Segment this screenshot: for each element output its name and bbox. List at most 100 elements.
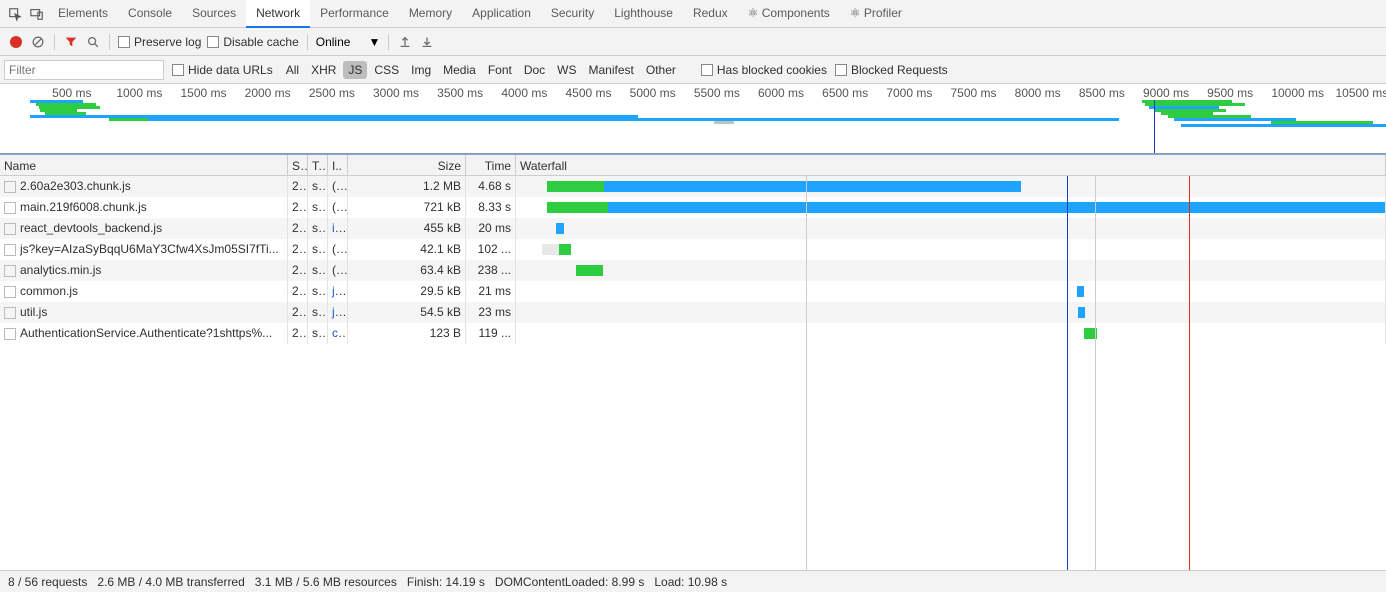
checkbox-icon bbox=[118, 36, 130, 48]
timeline-overview[interactable]: 500 ms1000 ms1500 ms2000 ms2500 ms3000 m… bbox=[0, 84, 1386, 154]
tab-lighthouse[interactable]: Lighthouse bbox=[604, 0, 683, 28]
grid-rows: 2.60a2e303.chunk.js2..s..(...1.2 MB4.68 … bbox=[0, 176, 1386, 570]
waterfall-cell bbox=[516, 239, 1386, 260]
file-name: AuthenticationService.Authenticate?1shtt… bbox=[20, 326, 272, 340]
filter-input[interactable] bbox=[4, 60, 164, 80]
cell-t: s.. bbox=[308, 302, 328, 323]
tab-sources[interactable]: Sources bbox=[182, 0, 246, 28]
tick-label: 3000 ms bbox=[373, 86, 419, 100]
tab-performance[interactable]: Performance bbox=[310, 0, 399, 28]
tab--components[interactable]: ⚛ Components bbox=[738, 0, 840, 28]
chevron-down-icon: ▼ bbox=[368, 35, 380, 49]
cell-s: 2.. bbox=[288, 239, 308, 260]
overview-bar bbox=[148, 118, 1119, 121]
col-status[interactable]: S.. bbox=[288, 155, 308, 175]
tick-label: 1500 ms bbox=[181, 86, 227, 100]
type-filter-ws[interactable]: WS bbox=[552, 61, 581, 79]
network-grid: Name S.. T.. I.. Size Time Waterfall 2.6… bbox=[0, 154, 1386, 570]
type-filter-other[interactable]: Other bbox=[641, 61, 681, 79]
waterfall-cell bbox=[516, 260, 1386, 281]
throttle-select[interactable]: Online▼ bbox=[316, 35, 381, 49]
preserve-log-label: Preserve log bbox=[134, 35, 201, 49]
table-row[interactable]: AuthenticationService.Authenticate?1shtt… bbox=[0, 323, 1386, 344]
cell-s: 2.. bbox=[288, 323, 308, 344]
tab-security[interactable]: Security bbox=[541, 0, 604, 28]
cell-size: 29.5 kB bbox=[348, 281, 466, 302]
type-filter-all[interactable]: All bbox=[281, 61, 304, 79]
preserve-log-checkbox[interactable]: Preserve log bbox=[118, 35, 201, 49]
type-filter-manifest[interactable]: Manifest bbox=[584, 61, 639, 79]
filter-toggle-icon[interactable] bbox=[63, 34, 79, 50]
waterfall-segment bbox=[604, 181, 1021, 192]
file-name: common.js bbox=[20, 284, 78, 298]
type-filter-css[interactable]: CSS bbox=[369, 61, 404, 79]
tick-label: 3500 ms bbox=[437, 86, 483, 100]
file-icon bbox=[4, 244, 16, 256]
tab-application[interactable]: Application bbox=[462, 0, 541, 28]
waterfall-segment bbox=[547, 181, 604, 192]
cell-time: 21 ms bbox=[466, 281, 516, 302]
tab-network[interactable]: Network bbox=[246, 0, 310, 28]
inspect-element-icon[interactable] bbox=[4, 3, 26, 25]
tick-label: 5000 ms bbox=[630, 86, 676, 100]
col-size[interactable]: Size bbox=[348, 155, 466, 175]
tab-elements[interactable]: Elements bbox=[48, 0, 118, 28]
has-blocked-cookies-checkbox[interactable]: Has blocked cookies bbox=[701, 63, 827, 77]
type-filter-img[interactable]: Img bbox=[406, 61, 436, 79]
table-row[interactable]: util.js2..s..j...54.5 kB23 ms bbox=[0, 302, 1386, 323]
status-requests: 8 / 56 requests bbox=[8, 575, 87, 589]
col-waterfall[interactable]: Waterfall bbox=[516, 155, 1386, 175]
cell-size: 455 kB bbox=[348, 218, 466, 239]
clear-icon[interactable] bbox=[30, 34, 46, 50]
cell-s: 2.. bbox=[288, 218, 308, 239]
overview-bar bbox=[714, 121, 735, 124]
cell-size: 42.1 kB bbox=[348, 239, 466, 260]
hide-data-urls-checkbox[interactable]: Hide data URLs bbox=[172, 63, 273, 77]
cell-i: j... bbox=[328, 302, 348, 323]
table-row[interactable]: analytics.min.js2..s..(...63.4 kB238 ... bbox=[0, 260, 1386, 281]
tab-console[interactable]: Console bbox=[118, 0, 182, 28]
type-filter-js[interactable]: JS bbox=[343, 61, 367, 79]
disable-cache-checkbox[interactable]: Disable cache bbox=[207, 35, 298, 49]
tab-memory[interactable]: Memory bbox=[399, 0, 462, 28]
table-row[interactable]: react_devtools_backend.js2..s..i...455 k… bbox=[0, 218, 1386, 239]
col-name[interactable]: Name bbox=[0, 155, 288, 175]
cell-size: 1.2 MB bbox=[348, 176, 466, 197]
tick-label: 6500 ms bbox=[822, 86, 868, 100]
cell-t: s.. bbox=[308, 218, 328, 239]
record-button[interactable] bbox=[8, 34, 24, 50]
checkbox-icon bbox=[835, 64, 847, 76]
table-row[interactable]: 2.60a2e303.chunk.js2..s..(...1.2 MB4.68 … bbox=[0, 176, 1386, 197]
blocked-requests-checkbox[interactable]: Blocked Requests bbox=[835, 63, 948, 77]
tab--profiler[interactable]: ⚛ Profiler bbox=[840, 0, 912, 28]
download-har-icon[interactable] bbox=[419, 34, 435, 50]
table-row[interactable]: common.js2..s..j...29.5 kB21 ms bbox=[0, 281, 1386, 302]
type-filter-doc[interactable]: Doc bbox=[519, 61, 550, 79]
file-name: js?key=AIzaSyBqqU6MaY3Cfw4XsJm05SI7fTi..… bbox=[20, 242, 279, 256]
status-finish: Finish: 14.19 s bbox=[407, 575, 485, 589]
file-icon bbox=[4, 286, 16, 298]
cell-i: (... bbox=[328, 176, 348, 197]
cell-s: 2.. bbox=[288, 281, 308, 302]
type-filter-media[interactable]: Media bbox=[438, 61, 481, 79]
upload-har-icon[interactable] bbox=[397, 34, 413, 50]
table-row[interactable]: main.219f6008.chunk.js2..s..(...721 kB8.… bbox=[0, 197, 1386, 218]
type-filter-xhr[interactable]: XHR bbox=[306, 61, 341, 79]
col-time[interactable]: Time bbox=[466, 155, 516, 175]
search-icon[interactable] bbox=[85, 34, 101, 50]
toggle-device-icon[interactable] bbox=[26, 3, 48, 25]
type-filter-font[interactable]: Font bbox=[483, 61, 517, 79]
tick-label: 10000 ms bbox=[1271, 86, 1324, 100]
col-type[interactable]: T.. bbox=[308, 155, 328, 175]
col-initiator[interactable]: I.. bbox=[328, 155, 348, 175]
waterfall-segment bbox=[559, 244, 571, 255]
table-row[interactable]: js?key=AIzaSyBqqU6MaY3Cfw4XsJm05SI7fTi..… bbox=[0, 239, 1386, 260]
cell-size: 721 kB bbox=[348, 197, 466, 218]
tab-redux[interactable]: Redux bbox=[683, 0, 738, 28]
checkbox-icon bbox=[701, 64, 713, 76]
tick-label: 2000 ms bbox=[245, 86, 291, 100]
file-icon bbox=[4, 328, 16, 340]
devtools-tabbar: ElementsConsoleSourcesNetworkPerformance… bbox=[0, 0, 1386, 28]
cell-i: (... bbox=[328, 260, 348, 281]
waterfall-segment bbox=[1077, 286, 1084, 297]
